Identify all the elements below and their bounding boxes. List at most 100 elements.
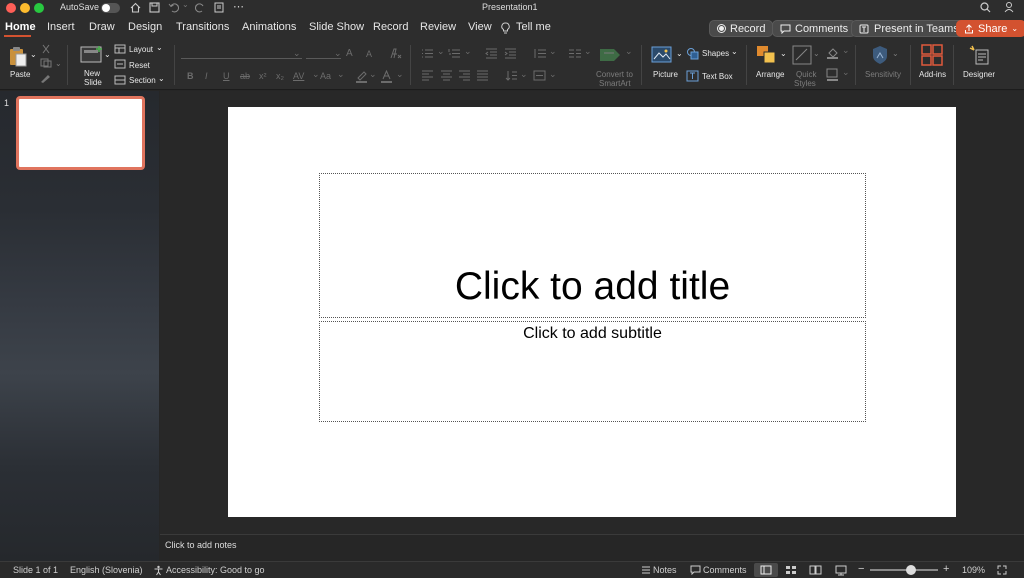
add-ins-icon[interactable] [921,44,943,66]
designer-icon[interactable] [968,44,990,66]
more-options-icon[interactable]: ⋯ [233,0,244,13]
accessibility-icon[interactable] [153,565,164,576]
maximize-window-button[interactable] [34,3,44,13]
superscript-icon[interactable]: x² [259,71,267,81]
align-center-icon[interactable] [440,70,453,81]
paste-icon[interactable] [8,45,28,67]
character-spacing-icon[interactable]: AV [293,71,304,81]
title-placeholder[interactable]: Click to add title [319,173,866,318]
language-indicator[interactable]: English (Slovenia) [70,565,143,575]
close-window-button[interactable] [6,3,16,13]
redo-icon[interactable] [195,2,206,13]
new-slide-icon[interactable] [80,45,104,65]
tab-review[interactable]: Review [420,21,456,33]
change-case-dropdown-icon[interactable]: ⌄ [337,69,345,80]
align-text-dropdown-icon[interactable]: ⌄ [549,69,557,80]
comments-button[interactable]: Comments [772,20,857,37]
share-people-icon[interactable] [1003,1,1016,14]
tab-home[interactable]: Home [5,21,36,33]
align-left-icon[interactable] [421,70,434,81]
numbering-icon[interactable] [448,48,461,59]
notes-toggle[interactable]: Notes [653,565,677,575]
shape-fill-icon[interactable] [826,46,839,59]
subtitle-placeholder[interactable]: Click to add subtitle [319,321,866,422]
search-icon[interactable] [980,2,991,13]
text-box-label[interactable]: Text Box [702,72,733,81]
arrange-icon[interactable] [756,45,778,65]
section-icon[interactable] [114,75,126,85]
notes-icon[interactable] [641,566,651,575]
shape-fill-dropdown-icon[interactable]: ⌄ [842,45,850,56]
smartart-dropdown-icon[interactable]: ⌄ [625,46,633,57]
shrink-font-icon[interactable]: A [366,49,372,59]
underline-icon[interactable]: U [223,71,230,81]
customize-icon[interactable] [214,2,226,13]
zoom-level[interactable]: 109% [962,565,985,575]
text-direction-icon[interactable] [505,70,518,81]
undo-dropdown-icon[interactable]: ⌄ [182,0,189,9]
columns-icon[interactable] [568,48,581,59]
layout-label[interactable]: Layout [129,45,153,54]
grow-font-icon[interactable]: A [346,48,353,59]
highlight-dropdown-icon[interactable]: ⌄ [369,69,377,80]
change-case-icon[interactable]: Aa [320,71,331,81]
slide-thumbnail[interactable] [16,96,145,170]
undo-icon[interactable] [168,2,179,13]
bold-icon[interactable]: B [187,71,194,81]
new-slide-dropdown-icon[interactable]: ⌄ [104,50,111,59]
reading-view-icon[interactable] [809,565,822,575]
section-dropdown-icon[interactable]: ⌄ [158,74,165,83]
increase-indent-icon[interactable] [504,48,517,59]
tab-design[interactable]: Design [128,21,162,33]
font-color-icon[interactable] [380,70,393,83]
save-icon[interactable] [149,2,160,13]
character-spacing-dropdown-icon[interactable]: ⌄ [312,69,320,80]
quick-styles-dropdown-icon[interactable]: ⌄ [813,49,820,58]
align-right-icon[interactable] [458,70,471,81]
shapes-label[interactable]: Shapes [702,49,729,58]
notes-pane[interactable]: Click to add notes [160,534,1024,561]
sensitivity-dropdown-icon[interactable]: ⌄ [892,49,899,58]
copy-icon[interactable] [40,58,52,68]
comments-status-icon[interactable] [690,565,701,575]
tab-insert[interactable]: Insert [47,21,75,33]
quick-styles-icon[interactable] [792,45,812,65]
format-painter-icon[interactable] [40,73,52,83]
zoom-slider-track[interactable] [870,569,938,571]
slide-canvas[interactable]: Click to add title Click to add subtitle [228,107,956,517]
italic-icon[interactable]: I [205,71,208,81]
zoom-slider-thumb[interactable] [905,565,916,575]
shape-outline-icon[interactable] [826,68,839,81]
sensitivity-icon[interactable] [871,45,889,65]
line-spacing-icon[interactable] [533,48,546,59]
home-icon[interactable] [130,2,141,13]
tab-transitions[interactable]: Transitions [176,21,229,33]
align-text-icon[interactable] [533,70,546,81]
highlight-icon[interactable] [355,70,368,83]
paste-dropdown-icon[interactable]: ⌄ [30,50,37,59]
smartart-icon[interactable] [598,47,624,63]
slide-sorter-icon[interactable] [785,565,797,575]
bullets-dropdown-icon[interactable]: ⌄ [437,46,445,57]
present-in-teams-button[interactable]: Present in Teams [851,20,967,37]
tab-record[interactable]: Record [373,21,408,33]
record-button[interactable]: Record [709,20,774,37]
normal-view-button[interactable] [754,563,778,577]
subscript-icon[interactable]: x₂ [276,71,284,81]
section-label[interactable]: Section [129,76,156,85]
strikethrough-icon[interactable]: ab [240,71,250,81]
tab-animations[interactable]: Animations [242,21,296,33]
slide-show-view-icon[interactable] [835,565,847,576]
arrange-dropdown-icon[interactable]: ⌄ [780,49,787,58]
font-size-dropdown-icon[interactable]: ⌄ [334,48,342,59]
font-name-dropdown-icon[interactable]: ⌄ [293,48,301,59]
tell-me-search[interactable]: Tell me [516,21,551,33]
font-color-dropdown-icon[interactable]: ⌄ [396,69,404,80]
picture-dropdown-icon[interactable]: ⌄ [676,49,683,58]
clear-formatting-icon[interactable] [389,48,402,59]
reset-icon[interactable] [114,59,126,69]
bullets-icon[interactable] [421,48,434,59]
share-button[interactable]: Share ⌄ [956,20,1024,37]
tab-slide-show[interactable]: Slide Show [309,21,364,33]
justify-icon[interactable] [476,70,489,81]
